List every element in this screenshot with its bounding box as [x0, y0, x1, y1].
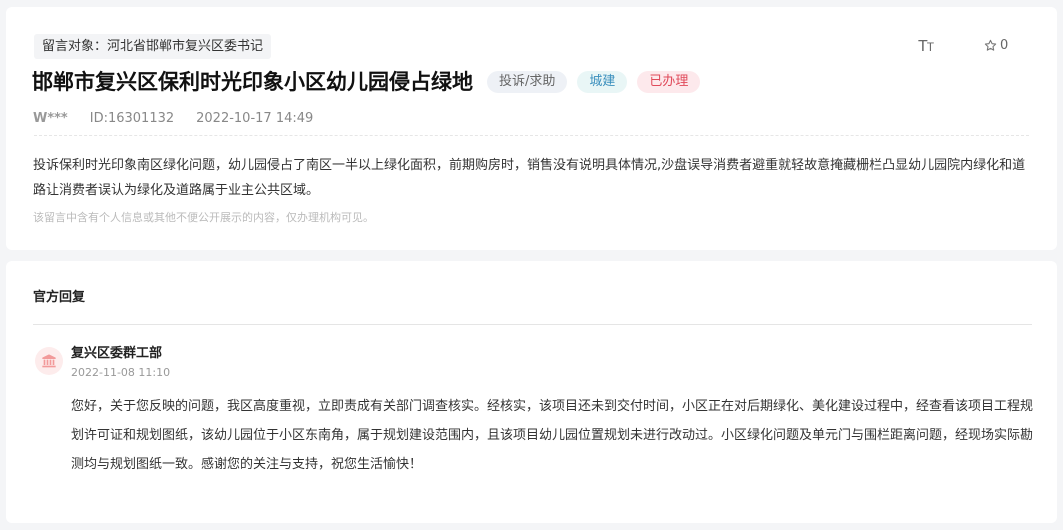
message-user: W***: [33, 111, 68, 126]
reply-datetime: 2022-11-08 11:10: [71, 366, 171, 379]
favorite-button[interactable]: 0: [984, 38, 1008, 53]
font-size-icon-small: T: [926, 40, 934, 54]
divider: [33, 324, 1032, 325]
message-card: 留言对象：河北省邯郸市复兴区委书记 TT 0 邯郸市复兴区保利时光印象小区幼儿园…: [6, 7, 1057, 250]
star-icon: [984, 39, 997, 51]
message-datetime: 2022-10-17 14:49: [196, 111, 314, 126]
title-row: 邯郸市复兴区保利时光印象小区幼儿园侵占绿地 投诉/求助 城建 已办理: [32, 67, 701, 97]
reply-content: 您好，关于您反映的问题，我区高度重视，立即责成有关部门调查核实。经核实，该项目还…: [71, 399, 1034, 472]
divider: [34, 135, 1029, 136]
page-title: 邯郸市复兴区保利时光印象小区幼儿园侵占绿地: [32, 70, 473, 94]
message-id: ID:16301132: [89, 111, 175, 126]
font-size-icon-big: T: [918, 38, 928, 55]
avatar: [35, 347, 63, 375]
message-target-tag: 留言对象：河北省邯郸市复兴区委书记: [34, 34, 272, 59]
message-meta: W*** ID:16301132 2022-10-17 14:49: [33, 110, 313, 128]
message-content: 投诉保利时光印象南区绿化问题，幼儿园侵占了南区一半以上绿化面积，前期购房时，销售…: [33, 158, 1026, 198]
font-size-icon[interactable]: TT: [918, 38, 934, 56]
type-badge: 投诉/求助: [487, 71, 568, 93]
category-badge: 城建: [577, 71, 628, 93]
government-building-icon: [42, 354, 56, 368]
star-count: 0: [1000, 38, 1009, 53]
status-badge: 已办理: [637, 71, 701, 93]
reply-card: 官方回复 复兴区委群工部 2022-11-08 11:10 您好，关于您反映的问…: [6, 261, 1057, 523]
privacy-notice: 该留言中含有个人信息或其他不便公开展示的内容，仅办理机构可见。: [33, 211, 374, 224]
reply-section-title: 官方回复: [33, 290, 86, 305]
reply-department: 复兴区委群工部: [71, 346, 163, 361]
